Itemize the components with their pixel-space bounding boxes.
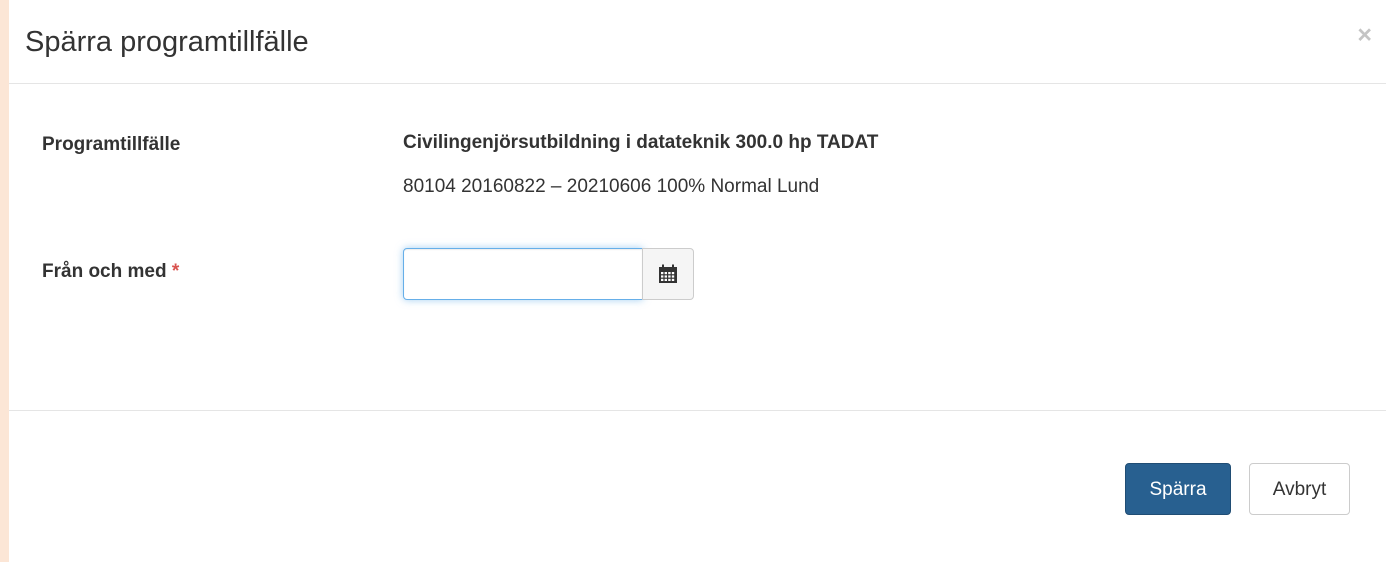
dialog-title: Spärra programtillfälle bbox=[25, 26, 309, 58]
required-marker: * bbox=[171, 261, 180, 282]
from-date-input[interactable] bbox=[403, 248, 643, 300]
calendar-icon bbox=[659, 264, 677, 283]
dialog-header: Spärra programtillfälle × bbox=[9, 0, 1386, 84]
close-icon[interactable]: × bbox=[1357, 20, 1372, 50]
from-date-label-text: Från och med bbox=[42, 261, 167, 282]
cancel-button[interactable]: Avbryt bbox=[1249, 463, 1350, 515]
program-name: Civilingenjörsutbildning i datateknik 30… bbox=[403, 132, 879, 153]
block-program-dialog: Spärra programtillfälle × Programtillfäl… bbox=[9, 0, 1386, 562]
from-date-label: Från och med * bbox=[42, 261, 179, 283]
program-label: Programtillfälle bbox=[42, 134, 181, 155]
dialog-body: Programtillfälle Civilingenjörsutbildnin… bbox=[9, 84, 1386, 410]
dialog-footer: Spärra Avbryt bbox=[9, 410, 1386, 562]
calendar-button[interactable] bbox=[642, 248, 694, 300]
block-button[interactable]: Spärra bbox=[1125, 463, 1231, 515]
program-details: 80104 20160822 – 20210606 100% Normal Lu… bbox=[403, 176, 820, 197]
